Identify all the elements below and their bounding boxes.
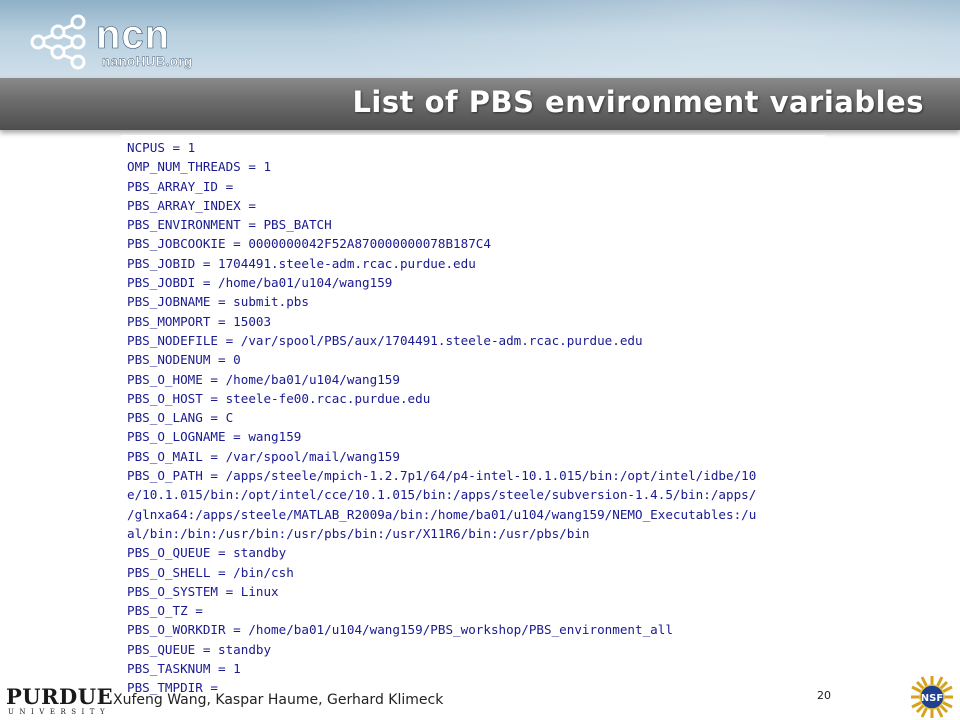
purdue-wordmark: PURDUE bbox=[6, 684, 114, 709]
env-line: PBS_O_WORKDIR = /home/ba01/u104/wang159/… bbox=[127, 622, 673, 638]
env-line: PBS_O_LOGNAME = wang159 bbox=[127, 429, 302, 445]
env-line: PBS_O_HOME = /home/ba01/u104/wang159 bbox=[127, 371, 400, 387]
slide-number: 20 bbox=[817, 689, 831, 702]
env-line: PBS_JOBDI = /home/ba01/u104/wang159 bbox=[127, 275, 393, 291]
env-line: PBS_O_HOST = steele-fe00.rcac.purdue.edu bbox=[127, 390, 431, 406]
env-line: PBS_O_TZ = bbox=[127, 603, 203, 619]
env-line: PBS_O_PATH = /apps/steele/mpich-1.2.7p1/… bbox=[127, 468, 757, 484]
env-variable-list: NCPUS = 1 OMP_NUM_THREADS = 1 PBS_ARRAY_ID… bbox=[121, 135, 825, 695]
env-line: PBS_NODENUM = 0 bbox=[127, 352, 241, 368]
env-line: PBS_MOMPORT = 15003 bbox=[127, 313, 272, 329]
env-line: PBS_TASKNUM = 1 bbox=[127, 661, 241, 677]
env-line: al/bin:/bin:/usr/bin:/usr/pbs/bin:/usr/X… bbox=[127, 525, 590, 541]
env-line: NCPUS = 1 bbox=[127, 140, 196, 155]
purdue-university-label: UNIVERSITY bbox=[8, 708, 111, 716]
author-credits: Xufeng Wang, Kaspar Haume, Gerhard Klime… bbox=[113, 692, 444, 708]
env-line: /glnxa64:/apps/steele/MATLAB_R2009a/bin:… bbox=[127, 506, 757, 522]
env-line: PBS_NODEFILE = /var/spool/PBS/aux/170449… bbox=[127, 332, 643, 348]
env-line: OMP_NUM_THREADS = 1 bbox=[127, 159, 272, 175]
purdue-logo: PURDUE UNIVERSITY bbox=[6, 684, 113, 718]
env-line: PBS_ARRAY_INDEX = bbox=[127, 197, 256, 213]
nsf-seal-icon: NSF bbox=[911, 676, 953, 718]
env-line: PBS_O_SYSTEM = Linux bbox=[127, 583, 279, 599]
env-line: PBS_O_SHELL = /bin/csh bbox=[127, 564, 294, 580]
env-line: PBS_JOBCOOKIE = 0000000042F52A8700000000… bbox=[127, 236, 491, 252]
env-line: PBS_O_LANG = C bbox=[127, 410, 234, 426]
title-bar: List of PBS environment variables bbox=[0, 78, 960, 130]
ncn-molecule-icon bbox=[30, 14, 86, 70]
logo-nanohub-text: nanoHUB.org bbox=[102, 53, 192, 69]
env-line: PBS_ENVIRONMENT = PBS_BATCH bbox=[127, 217, 332, 233]
header-swoosh bbox=[300, 0, 960, 78]
env-line: PBS_JOBNAME = submit.pbs bbox=[127, 294, 309, 310]
ncn-nanohub-logo: ncn nanoHUB.org bbox=[30, 13, 192, 70]
slide-title: List of PBS environment variables bbox=[352, 85, 924, 119]
env-line: PBS_QUEUE = standby bbox=[127, 641, 272, 657]
env-line: PBS_JOBID = 1704491.steele-adm.rcac.purd… bbox=[127, 255, 476, 271]
env-line: PBS_O_QUEUE = standby bbox=[127, 545, 287, 561]
env-line: PBS_O_MAIL = /var/spool/mail/wang159 bbox=[127, 448, 400, 464]
env-screenshot-panel: NCPUS = 1 OMP_NUM_THREADS = 1 PBS_ARRAY_ID… bbox=[121, 135, 825, 695]
env-line: PBS_ARRAY_ID = bbox=[127, 178, 234, 194]
header-banner: ncn nanoHUB.org bbox=[0, 0, 960, 78]
nsf-seal-text: NSF bbox=[921, 693, 943, 704]
logo-ncn-text: ncn bbox=[96, 13, 170, 57]
env-line: e/10.1.015/bin:/opt/intel/cce/10.1.015/b… bbox=[127, 487, 757, 503]
